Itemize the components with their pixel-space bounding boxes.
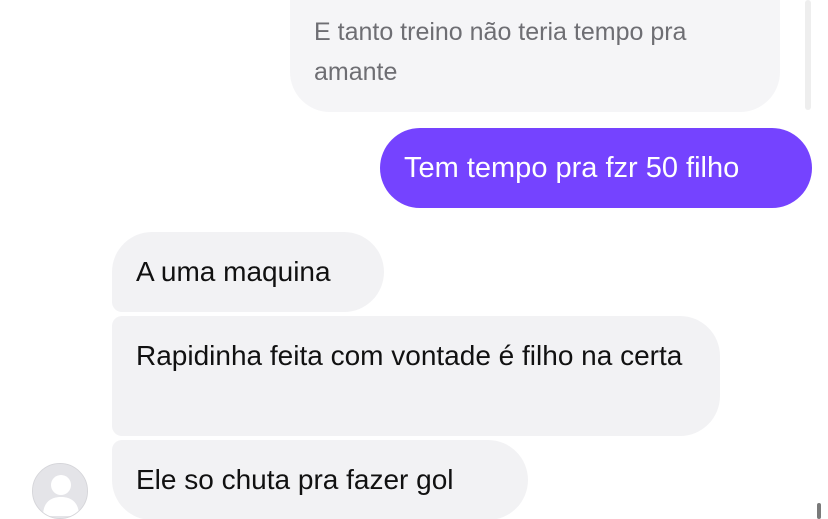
sent-message-bubble[interactable]: Tem tempo pra fzr 50 filho bbox=[380, 128, 812, 208]
contact-avatar-icon[interactable] bbox=[32, 463, 88, 519]
received-message-text: Rapidinha feita com vontade é filho na c… bbox=[136, 340, 683, 371]
received-message-bubble[interactable]: Rapidinha feita com vontade é filho na c… bbox=[112, 316, 720, 436]
person-silhouette-icon bbox=[33, 464, 87, 518]
sent-message-text: Tem tempo pra fzr 50 filho bbox=[404, 152, 740, 184]
quoted-message-bubble[interactable]: E tanto treino não teria tempo pra amant… bbox=[290, 0, 780, 112]
received-message-text: A uma maquina bbox=[136, 256, 331, 287]
scrollbar-track[interactable] bbox=[805, 0, 811, 110]
scrollbar-thumb[interactable] bbox=[817, 503, 821, 519]
received-message-bubble[interactable]: Ele so chuta pra fazer gol bbox=[112, 440, 528, 519]
chat-thread: E tanto treino não teria tempo pra amant… bbox=[0, 0, 828, 519]
quoted-message-text: E tanto treino não teria tempo pra amant… bbox=[314, 18, 687, 86]
received-message-text: Ele so chuta pra fazer gol bbox=[136, 464, 454, 495]
received-message-bubble[interactable]: A uma maquina bbox=[112, 232, 384, 312]
